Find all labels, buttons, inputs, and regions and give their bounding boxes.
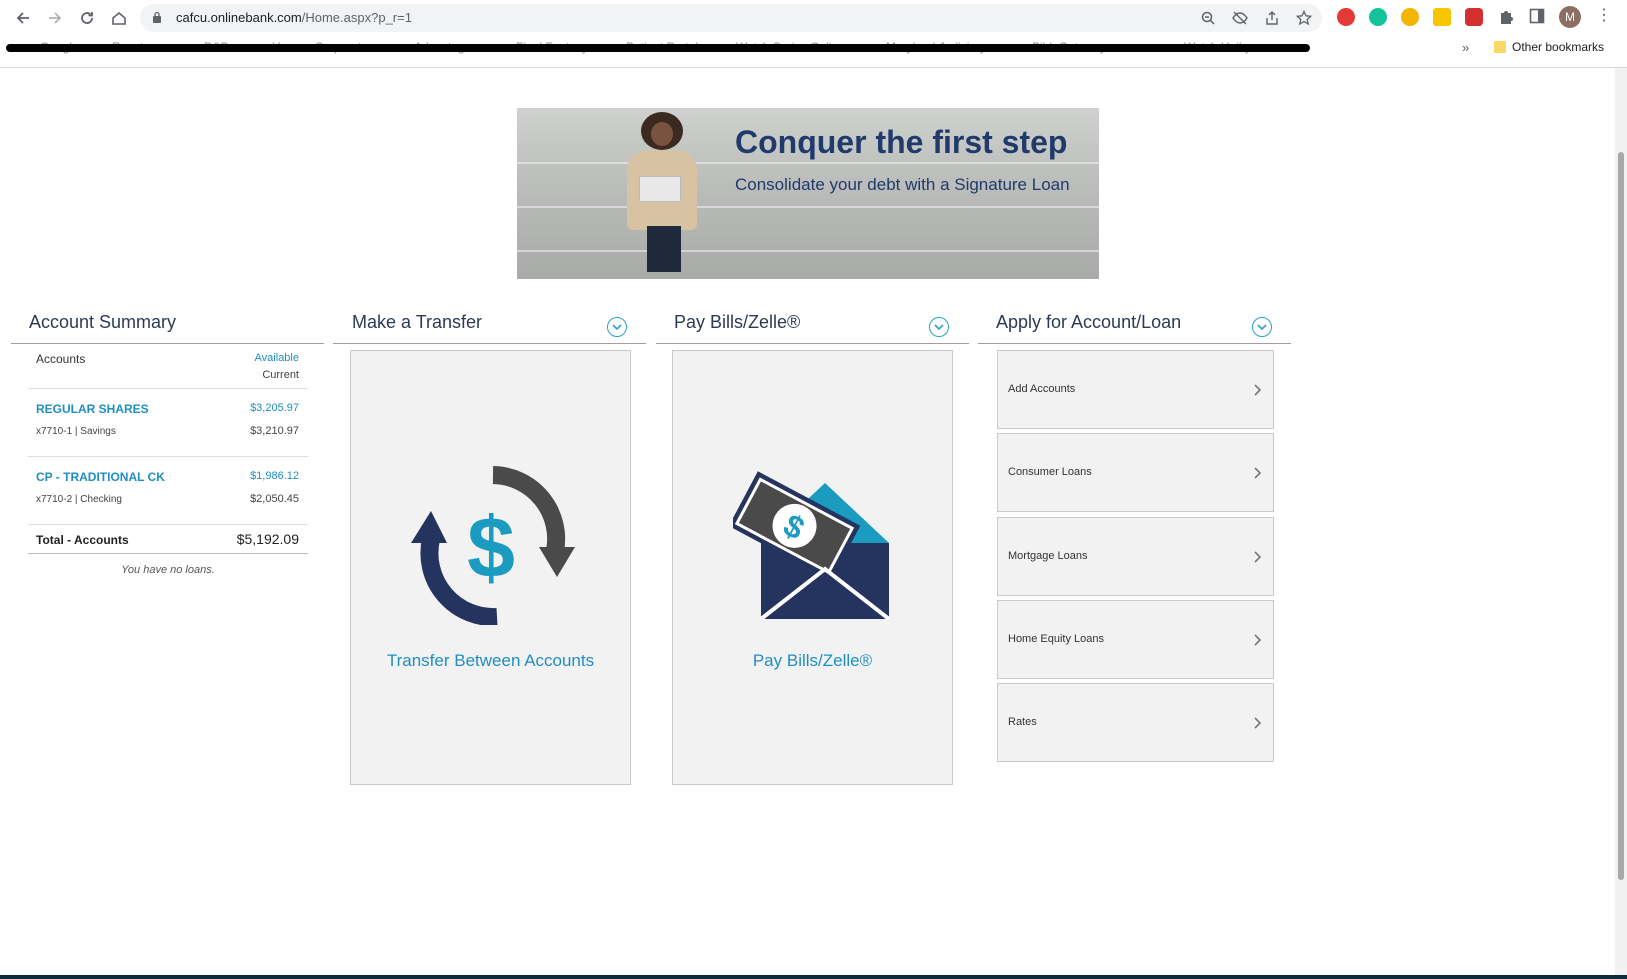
account-name-traditional-ck[interactable]: CP - TRADITIONAL CK: [36, 470, 165, 484]
other-bookmarks-label: Other bookmarks: [1512, 40, 1605, 54]
scrollbar-thumb[interactable]: [1618, 152, 1624, 880]
make-transfer-title: Make a Transfer: [352, 312, 483, 332]
apply-item-label: Home Equity Loans: [1008, 633, 1104, 645]
current-column-header: Current: [262, 369, 299, 381]
side-panel-icon[interactable]: [1529, 8, 1547, 26]
account-name-regular-shares[interactable]: REGULAR SHARES: [36, 402, 149, 416]
promo-banner[interactable]: Conquer the first step Consolidate your …: [517, 108, 1099, 279]
account-available-balance: $1,986.12: [250, 470, 299, 482]
pay-bills-expand-icon[interactable]: [929, 317, 949, 337]
account-summary-rule: [11, 343, 324, 344]
banner-step-line: [517, 250, 1099, 252]
apply-mortgage-loans[interactable]: Mortgage Loans: [997, 517, 1274, 596]
total-accounts-value: $5,192.09: [236, 531, 299, 547]
url-text: cafcu.onlinebank.com/Home.aspx?p_r=1: [176, 10, 412, 25]
envelope-money-icon: $: [733, 471, 891, 621]
apply-add-accounts[interactable]: Add Accounts: [997, 350, 1274, 429]
table-divider: [28, 456, 308, 457]
back-icon[interactable]: [10, 5, 36, 31]
pay-bills-label: Pay Bills/Zelle®: [752, 651, 873, 670]
browser-chrome: cafcu.onlinebank.com/Home.aspx?p_r=1 M ⋮…: [0, 0, 1627, 68]
other-bookmarks-folder[interactable]: Other bookmarks: [1494, 40, 1604, 54]
chevron-right-icon: [1254, 634, 1261, 646]
banner-person-legs: [647, 226, 681, 272]
bookmarks-overflow-button[interactable]: »: [1462, 40, 1469, 55]
table-divider: [28, 388, 308, 389]
pay-bills-card[interactable]: $ Pay Bills/Zelle®: [672, 350, 953, 785]
table-divider: [28, 553, 308, 554]
banner-title: Conquer the first step: [735, 124, 1068, 160]
star-extension-icon[interactable]: [1433, 8, 1451, 26]
available-column-header: Available: [254, 352, 299, 364]
transfer-between-accounts-label: Transfer Between Accounts: [386, 651, 595, 670]
account-current-balance: $2,050.45: [250, 493, 299, 505]
more-menu-icon[interactable]: ⋮: [1596, 6, 1612, 28]
transfer-between-accounts-card[interactable]: $ Transfer Between Accounts: [350, 350, 631, 785]
apply-item-label: Consumer Loans: [1008, 466, 1092, 478]
folder-icon: [1494, 41, 1506, 53]
account-number-type: x7710-2 | Checking: [36, 494, 122, 505]
account-number-type: x7710-1 | Savings: [36, 426, 116, 437]
puzzle-icon[interactable]: [1497, 8, 1515, 26]
share-icon[interactable]: [1262, 8, 1282, 28]
chevron-right-icon: [1254, 717, 1261, 729]
redaction-bar: [6, 44, 1310, 52]
star-icon[interactable]: [1294, 8, 1314, 28]
banner-person-face: [651, 122, 673, 146]
svg-text:$: $: [467, 500, 515, 596]
shield-extension-icon[interactable]: [1401, 8, 1419, 26]
address-bar[interactable]: cafcu.onlinebank.com/Home.aspx?p_r=1: [140, 4, 1322, 32]
account-summary-title: Account Summary: [29, 312, 177, 332]
pay-bills-title: Pay Bills/Zelle®: [674, 312, 801, 332]
make-transfer-expand-icon[interactable]: [607, 317, 627, 337]
transfer-arrows-dollar-icon: $: [411, 466, 575, 625]
banner-step-line: [517, 206, 1099, 208]
apply-rule: [978, 343, 1291, 344]
total-accounts-label: Total - Accounts: [36, 533, 129, 547]
apply-title: Apply for Account/Loan: [996, 312, 1182, 332]
pay-bills-rule: [656, 343, 969, 344]
home-icon[interactable]: [106, 5, 132, 31]
profile-avatar[interactable]: M: [1559, 6, 1581, 28]
apply-rates[interactable]: Rates: [997, 683, 1274, 762]
make-transfer-rule: [333, 343, 646, 344]
chevron-right-icon: [1254, 467, 1261, 479]
apply-expand-icon[interactable]: [1252, 317, 1272, 337]
apply-item-label: Add Accounts: [1008, 383, 1076, 395]
chevron-right-icon: [1254, 551, 1261, 563]
zoom-icon[interactable]: [1198, 8, 1218, 28]
lock-icon: [153, 11, 161, 23]
pdf-extension-icon[interactable]: [1465, 8, 1483, 26]
apply-item-label: Rates: [1008, 716, 1037, 728]
page-scrollbar[interactable]: [1615, 68, 1627, 979]
apply-item-label: Mortgage Loans: [1008, 550, 1088, 562]
chevron-right-icon: [1254, 384, 1261, 396]
banner-subtitle: Consolidate your debt with a Signature L…: [735, 175, 1070, 194]
eye-off-icon[interactable]: [1230, 8, 1250, 28]
apply-consumer-loans[interactable]: Consumer Loans: [997, 433, 1274, 512]
banner-step-line: [517, 162, 1099, 164]
account-available-balance: $3,205.97: [250, 402, 299, 414]
adblock-extension-icon[interactable]: [1337, 8, 1355, 26]
forward-icon[interactable]: [42, 5, 68, 31]
table-divider: [28, 524, 308, 525]
taskbar-strip: [0, 975, 1627, 979]
grammarly-extension-icon[interactable]: [1369, 8, 1387, 26]
account-current-balance: $3,210.97: [250, 425, 299, 437]
banner-laptop: [639, 176, 681, 202]
reload-icon[interactable]: [74, 5, 100, 31]
accounts-column-header: Accounts: [36, 352, 86, 366]
no-loans-message: You have no loans.: [121, 564, 215, 576]
apply-home-equity-loans[interactable]: Home Equity Loans: [997, 600, 1274, 679]
